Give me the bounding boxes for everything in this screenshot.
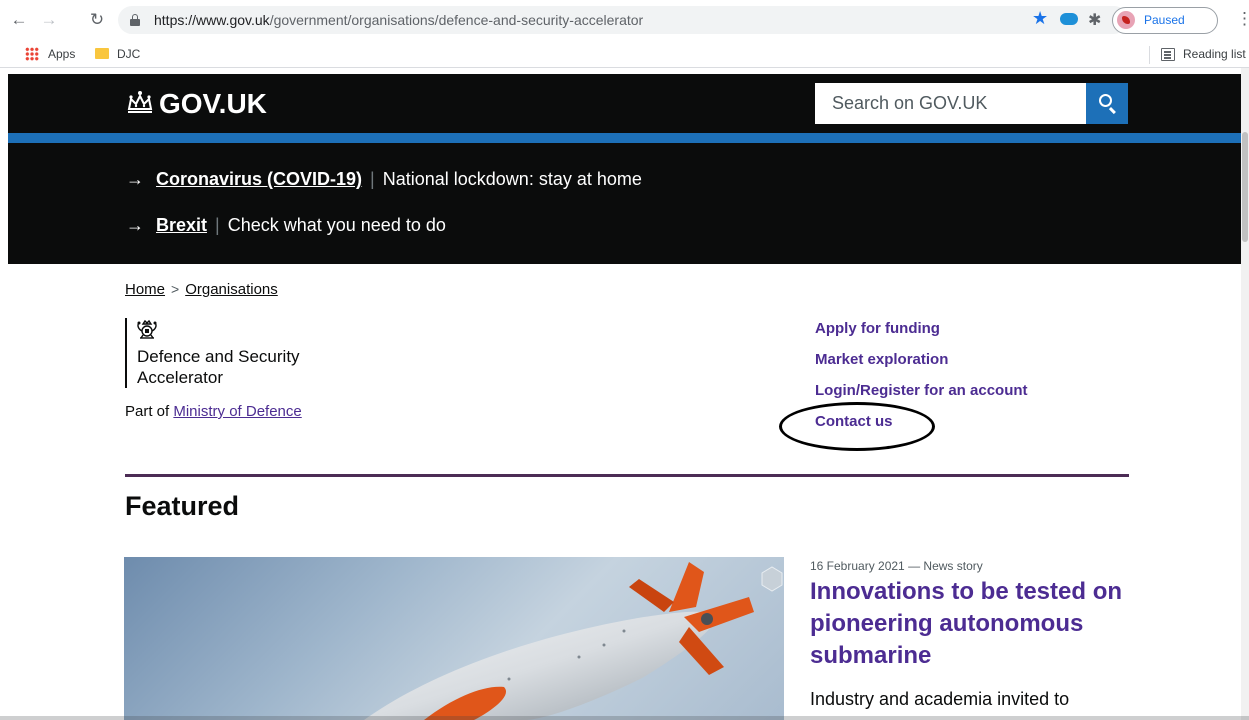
market-exploration-link[interactable]: Market exploration [815, 351, 1028, 382]
page-scrollbar[interactable] [1241, 68, 1249, 720]
story-title-link[interactable]: Innovations to be tested on pioneering a… [810, 576, 1140, 672]
extensions-puzzle-icon[interactable]: ✱ [1088, 10, 1101, 30]
royal-crest-icon [137, 319, 157, 339]
scrollbar-thumb[interactable] [1242, 132, 1248, 242]
apply-for-funding-link[interactable]: Apply for funding [815, 320, 1028, 351]
header-blue-stripe [8, 133, 1249, 143]
crown-icon [127, 91, 153, 113]
browser-menu-icon[interactable]: ⋮ [1236, 9, 1249, 29]
login-register-link[interactable]: Login/Register for an account [815, 382, 1028, 413]
organisation-name-line2: Accelerator [137, 368, 223, 387]
avatar [1117, 11, 1135, 29]
govuk-logo-text: GOV.UK [159, 88, 267, 119]
organisation-logo: Defence and Security Accelerator [125, 318, 345, 388]
url-host: https://www.gov.uk [154, 12, 270, 28]
bookmarks-divider [1149, 46, 1150, 64]
organisation-quick-links: Apply for funding Market exploration Log… [815, 320, 1028, 444]
story-summary: Industry and academia invited to [810, 689, 1070, 709]
bookmark-djc[interactable]: DJC [117, 47, 140, 61]
breadcrumb-home[interactable]: Home [125, 281, 165, 298]
breadcrumb-organisations[interactable]: Organisations [185, 281, 278, 298]
notice-covid: → Coronavirus (COVID-19) | National lockdow… [126, 169, 642, 190]
notice-brexit: → Brexit | Check what you need to do [126, 215, 446, 236]
arrow-right-icon: → [126, 215, 144, 235]
search-input[interactable] [815, 83, 1085, 124]
bookmarks-bar: Apps DJC Reading list [0, 42, 1249, 68]
folder-icon[interactable] [95, 48, 109, 59]
submarine-illustration [364, 562, 783, 720]
salesforce-extension-icon[interactable] [1060, 13, 1078, 25]
arrow-right-icon: → [126, 169, 144, 189]
parent-organisation: Part of Ministry of Defence [125, 403, 302, 420]
notice-separator: | [370, 169, 375, 189]
section-divider [125, 474, 1129, 477]
featured-story-image[interactable] [124, 557, 784, 720]
url-path: /government/organisations/defence-and-se… [269, 12, 644, 28]
breadcrumb: Home > Organisations [125, 281, 278, 298]
organisation-name: Defence and Security Accelerator [137, 346, 347, 388]
govuk-header: GOV.UK [8, 74, 1249, 133]
search-icon [1099, 94, 1112, 107]
covid-text: National lockdown: stay at home [382, 169, 642, 189]
bookmark-star-icon[interactable]: ★ [1032, 8, 1048, 29]
profile-status: Paused [1144, 13, 1185, 27]
notice-separator: | [215, 215, 220, 235]
contact-us-link[interactable]: Contact us [815, 413, 1028, 444]
global-notice-banner: → Coronavirus (COVID-19) | National lockdow… [8, 143, 1249, 264]
address-bar[interactable]: https://www.gov.uk/government/organisati… [118, 6, 1128, 34]
url-text[interactable]: https://www.gov.uk/government/organisati… [154, 12, 643, 28]
brexit-link[interactable]: Brexit [156, 215, 207, 235]
reading-list-icon[interactable] [1161, 48, 1175, 61]
back-arrow-icon[interactable]: ← [8, 9, 30, 31]
profile-button[interactable]: Paused [1112, 7, 1218, 34]
apps-grid-icon[interactable] [25, 47, 39, 61]
taskbar-edge [0, 716, 1249, 720]
covid-link[interactable]: Coronavirus (COVID-19) [156, 169, 362, 189]
parent-organisation-link[interactable]: Ministry of Defence [173, 403, 301, 420]
chevron-right-icon: > [171, 281, 180, 297]
browser-toolbar: ← → ↻ https://www.gov.uk/government/orga… [0, 0, 1249, 42]
lock-icon[interactable] [130, 14, 140, 26]
reload-icon[interactable]: ↻ [86, 9, 108, 31]
story-meta: 16 February 2021 — News story [810, 559, 983, 573]
organisation-name-line1: Defence and Security [137, 347, 300, 366]
search-box [815, 83, 1087, 124]
brexit-text: Check what you need to do [227, 215, 446, 235]
search-button[interactable] [1086, 83, 1128, 124]
forward-arrow-icon[interactable]: → [38, 9, 60, 31]
reading-list-button[interactable]: Reading list [1183, 47, 1246, 61]
part-of-label: Part of [125, 403, 170, 420]
bookmark-apps[interactable]: Apps [48, 47, 75, 61]
featured-heading: Featured [125, 491, 240, 521]
